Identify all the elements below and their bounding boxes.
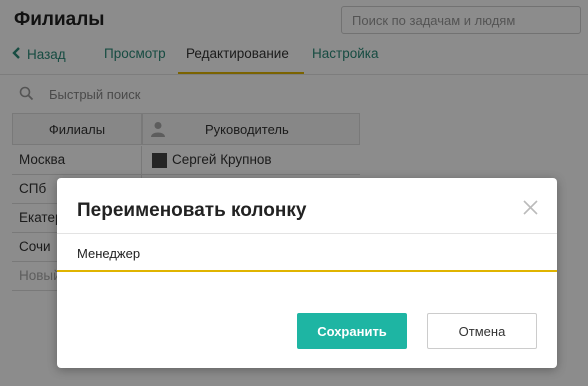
- close-icon[interactable]: [523, 200, 538, 220]
- rename-column-dialog: Переименовать колонку Сохранить Отмена: [57, 178, 557, 368]
- dialog-title: Переименовать колонку: [77, 200, 307, 221]
- save-button[interactable]: Сохранить: [297, 313, 407, 349]
- column-name-input[interactable]: [57, 234, 557, 272]
- cancel-button[interactable]: Отмена: [427, 313, 537, 349]
